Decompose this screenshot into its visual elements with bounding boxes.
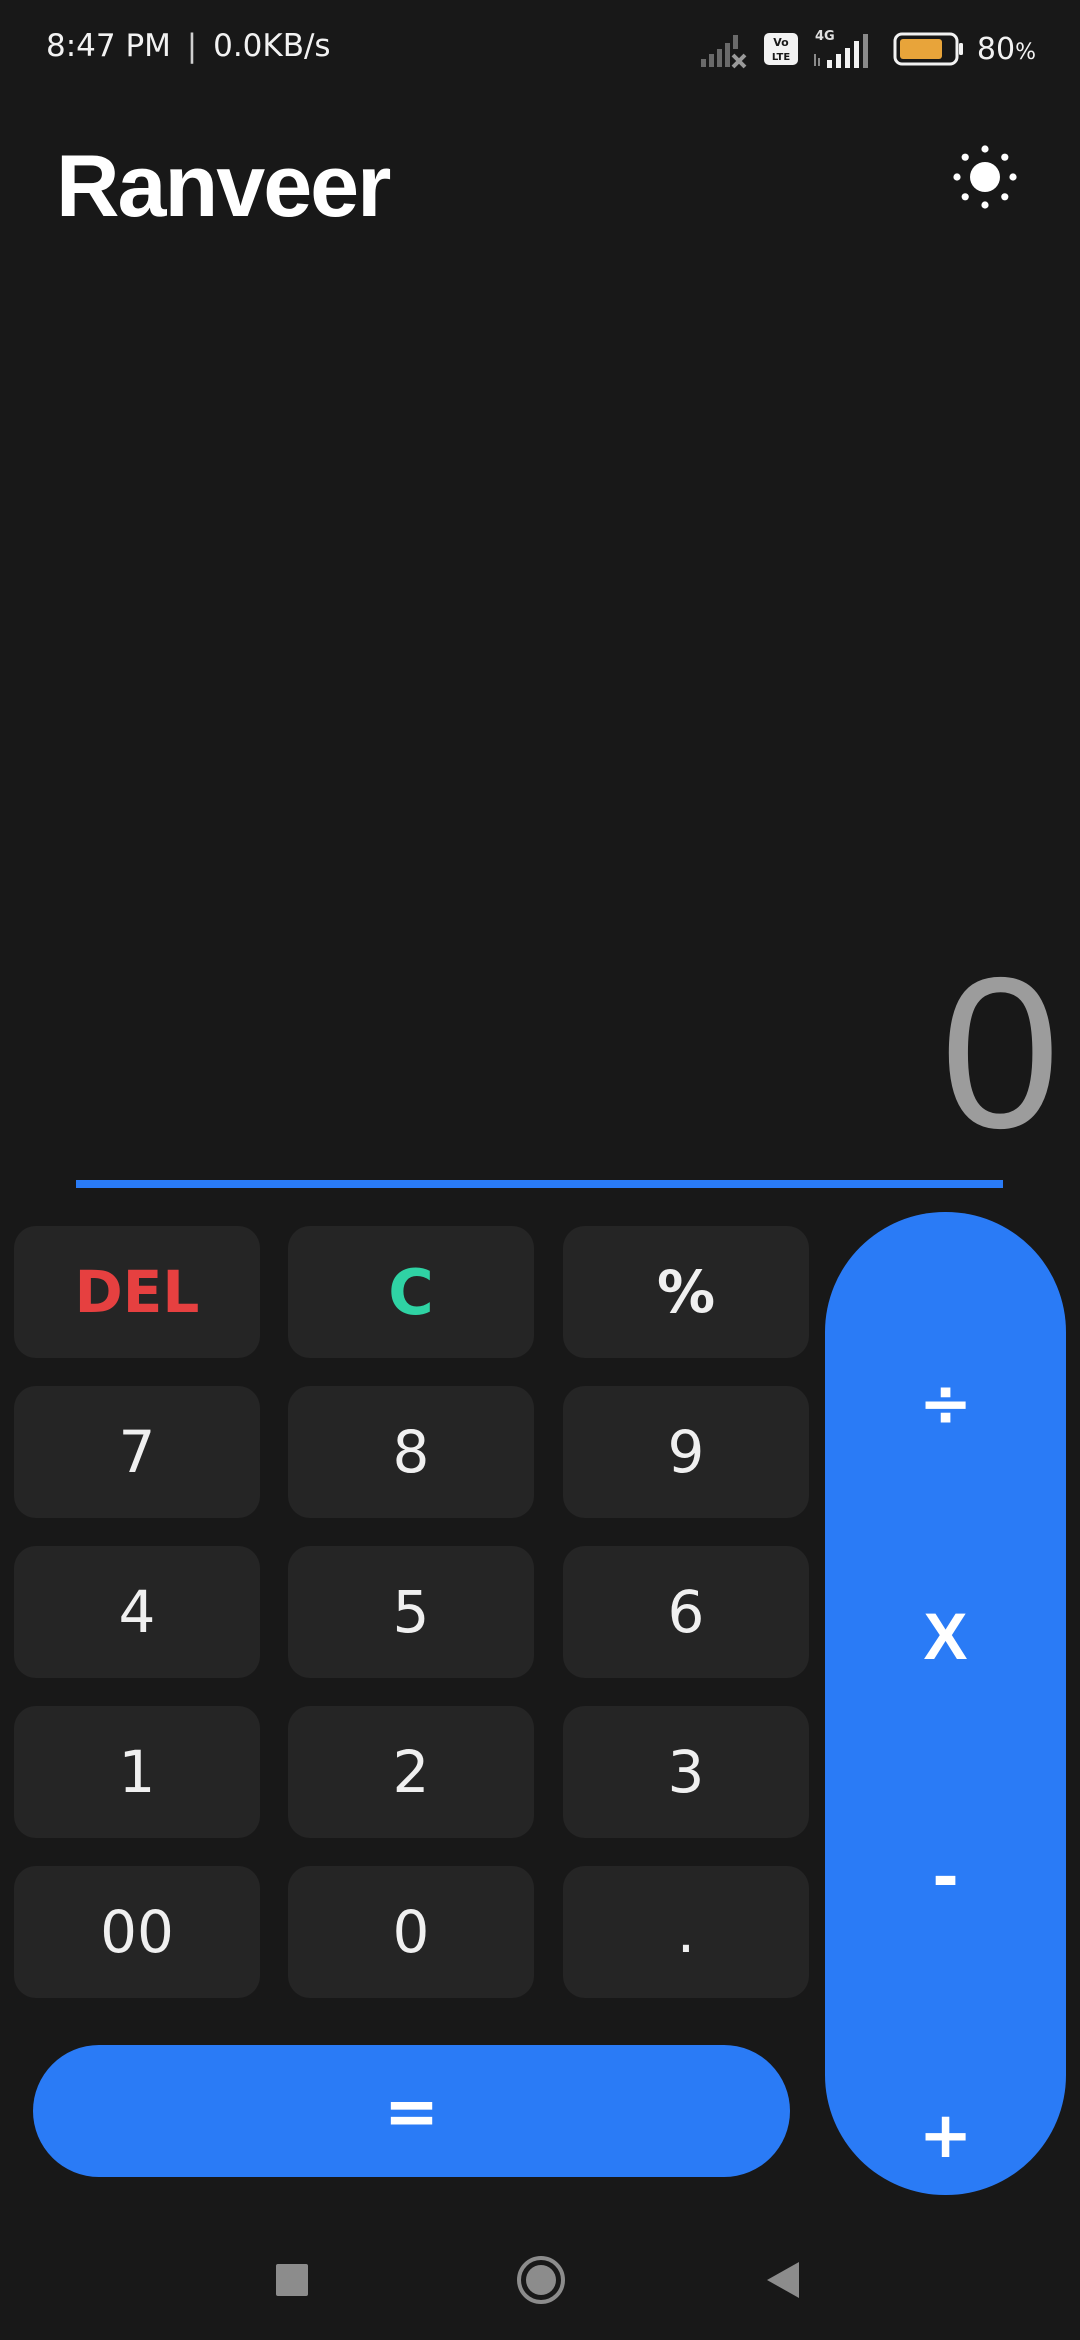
battery-percent-sign: % [1015, 39, 1036, 65]
digit-1-button[interactable]: 1 [14, 1706, 260, 1838]
signal-empty-icon [700, 35, 747, 69]
divide-button[interactable]: ÷ [825, 1344, 1066, 1464]
status-left: 8:47 PM | 0.0KB/s [46, 28, 331, 64]
volte-top-text: Vo [773, 36, 789, 49]
network-type: 4G [815, 29, 835, 44]
digit-3-button[interactable]: 3 [563, 1706, 809, 1838]
theme-toggle-button[interactable] [952, 144, 1018, 210]
triangle-back-icon [767, 2262, 799, 2298]
digit-7-button[interactable]: 7 [14, 1386, 260, 1518]
digit-4-button[interactable]: 4 [14, 1546, 260, 1678]
minus-button[interactable]: - [825, 1818, 1066, 1938]
home-button[interactable] [511, 2250, 571, 2310]
digit-5-button[interactable]: 5 [288, 1546, 534, 1678]
digit-9-button[interactable]: 9 [563, 1386, 809, 1518]
battery-percent-value: 80 [976, 31, 1016, 67]
app-title: Ranveer [56, 136, 391, 235]
battery-percent: 80% [977, 32, 1036, 67]
net-speed: 0.0KB/s [213, 28, 331, 64]
volte-bottom-text: LTE [772, 52, 791, 63]
digit-2-button[interactable]: 2 [288, 1706, 534, 1838]
percent-button[interactable]: % [563, 1226, 809, 1358]
battery-icon [893, 32, 963, 66]
plus-button[interactable]: + [825, 2076, 1066, 2196]
volte-icon: Vo LTE [763, 33, 798, 65]
sun-icon [953, 145, 1017, 209]
navigation-bar [0, 2210, 1080, 2340]
equals-button[interactable]: = [33, 2045, 790, 2177]
clear-button[interactable]: C [288, 1226, 534, 1358]
digit-0-button[interactable]: 0 [288, 1866, 534, 1998]
status-time: 8:47 PM [46, 28, 171, 64]
status-right: Vo LTE 4G 80% [699, 26, 1036, 72]
digit-6-button[interactable]: 6 [563, 1546, 809, 1678]
square-icon [276, 2264, 308, 2296]
recents-button[interactable] [262, 2250, 322, 2310]
digit-8-button[interactable]: 8 [288, 1386, 534, 1518]
display-divider [76, 1180, 1003, 1188]
result-display: 0 [940, 932, 1060, 1173]
status-bar: 8:47 PM | 0.0KB/s Vo LTE 4G 80% [0, 0, 1080, 100]
multiply-button[interactable]: X [825, 1576, 1066, 1696]
delete-button[interactable]: DEL [14, 1226, 260, 1358]
back-button[interactable] [753, 2250, 813, 2310]
decimal-button[interactable]: . [563, 1866, 809, 1998]
double-zero-button[interactable]: 00 [14, 1866, 260, 1998]
circle-icon [517, 2256, 565, 2304]
signal-4g-icon: 4G [813, 29, 868, 68]
operator-column: ÷ X - + [825, 1212, 1066, 2195]
status-separator: | [186, 28, 198, 64]
